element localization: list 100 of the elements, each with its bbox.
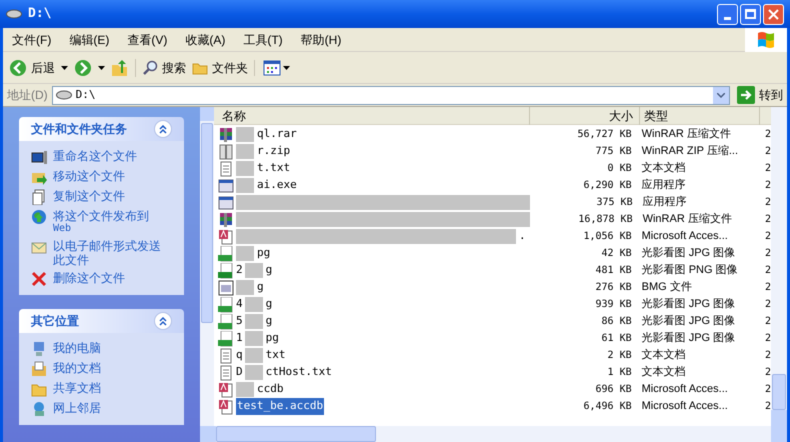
type-cell-text: 文本文档	[640, 160, 687, 176]
task-link[interactable]: 重命名这个文件	[53, 149, 137, 163]
file-name: r.zip	[256, 143, 292, 160]
type-cell-text: BMG 文件	[640, 280, 693, 296]
file-row[interactable]: 1 pg 61 KB 光影看图 JPG 图像 2	[214, 330, 771, 347]
file-row[interactable]: test_be.accdb 6,496 KB Microsoft Acces... 2	[214, 398, 771, 415]
txt-file-icon	[218, 160, 234, 176]
task-link[interactable]: 我的电脑	[53, 341, 101, 355]
column-4-cell-text: 2	[764, 145, 771, 159]
file-name: ctHost.txt	[264, 364, 333, 380]
file-row[interactable]: 16,878 KB WinRAR 压缩文件 2	[214, 211, 771, 228]
file-row[interactable]: 5 g 86 KB 光影看图 JPG 图像 2	[214, 313, 771, 330]
back-button[interactable]: 后退	[9, 58, 55, 76]
minimize-button[interactable]	[717, 4, 738, 24]
menu-item[interactable]: 工具(T)	[234, 30, 292, 48]
file-row[interactable]: g 276 KB BMG 文件 2	[214, 279, 771, 296]
file-row[interactable]: D ctHost.txt 1 KB 文本文档 2	[214, 364, 771, 381]
window-title: D:\	[28, 5, 52, 24]
file-row[interactable]: q txt 2 KB 文本文档 2	[214, 347, 771, 364]
file-row[interactable]: t.txt 0 KB 文本文档 2	[214, 160, 771, 177]
file-name: pg	[256, 245, 272, 262]
jpg-file-icon	[218, 296, 234, 312]
folder-up-icon[interactable]	[111, 58, 129, 76]
scrollbar[interactable]	[200, 107, 214, 426]
task-link[interactable]: Web	[53, 223, 149, 235]
column-4-cell-text: 2	[764, 332, 771, 346]
file-row[interactable]: . 1,056 KB Microsoft Acces... 2	[214, 228, 771, 245]
column-4-cell-text: 2	[764, 298, 771, 312]
caret-icon[interactable]	[283, 66, 290, 70]
file-name: test_be.accdb	[236, 398, 324, 415]
type-cell-text: 光影看图 JPG 图像	[640, 331, 736, 346]
column-header[interactable]: 大小	[530, 106, 640, 124]
task-link[interactable]: 删除这个文件	[53, 271, 125, 285]
column-4-cell-text: 2	[764, 179, 771, 193]
file-name: g	[264, 262, 274, 278]
blur-smear	[236, 246, 254, 261]
size-cell-text: 86 KB	[600, 315, 633, 329]
task-link[interactable]: 以电子邮件形式发送此文件	[53, 239, 172, 267]
column-4-cell-text: 2	[764, 366, 771, 380]
size-cell-text: 61 KB	[600, 332, 633, 346]
task-link[interactable]: 复制这个文件	[53, 189, 125, 203]
column-header[interactable]: 类型	[640, 106, 760, 124]
jpg-file-icon	[218, 330, 234, 346]
close-icon	[768, 8, 779, 20]
scrollbar[interactable]	[771, 107, 787, 426]
type-cell-text: 光影看图 PNG 图像	[640, 263, 739, 278]
search-icon	[142, 60, 158, 76]
file-row[interactable]: r.zip 775 KB WinRAR ZIP 压缩... 2	[214, 143, 771, 160]
collapse-button[interactable]	[154, 120, 172, 138]
type-cell-text: 文本文档	[640, 364, 687, 380]
views-grid-icon[interactable]	[263, 60, 281, 76]
caret-icon[interactable]	[61, 66, 68, 70]
column-4-cell-text: 2	[764, 315, 771, 329]
file-row[interactable]: 4 g 939 KB 光影看图 JPG 图像 2	[214, 296, 771, 313]
column-4-cell-text: 2	[764, 281, 771, 295]
blur-smear	[236, 280, 254, 295]
file-name: g	[256, 279, 265, 296]
task-link[interactable]: 网上邻居	[53, 401, 101, 415]
file-name: 5	[236, 313, 243, 330]
dropdown-button[interactable]	[713, 86, 729, 104]
file-row[interactable]: ql.rar 56,727 KB WinRAR 压缩文件 2	[214, 126, 771, 143]
file-row[interactable]: pg 42 KB 光影看图 JPG 图像 2	[214, 245, 771, 262]
file-row[interactable]: 2 g 481 KB 光影看图 PNG 图像 2	[214, 262, 771, 279]
collapse-button[interactable]	[154, 312, 172, 330]
txt-file-icon	[218, 348, 234, 364]
go-button[interactable]: 转到	[734, 86, 783, 104]
file-name: g	[264, 296, 274, 312]
menu-item[interactable]: 文件(F)	[3, 30, 60, 48]
task-link[interactable]: 移动这个文件	[53, 169, 125, 183]
caret-icon[interactable]	[98, 66, 105, 70]
task-link[interactable]: 将这个文件发布到	[53, 209, 149, 223]
menu-item[interactable]: 帮助(H)	[292, 30, 350, 48]
menu-item[interactable]: 收藏(A)	[176, 30, 234, 48]
size-cell-text: 16,878 KB	[577, 213, 634, 227]
size-cell-text: 1 KB	[606, 366, 633, 380]
maximize-button[interactable]	[740, 4, 761, 24]
file-row[interactable]: 375 KB 应用程序 2	[214, 194, 771, 211]
blur-smear	[244, 263, 263, 278]
file-row[interactable]: ccdb 696 KB Microsoft Acces... 2	[214, 381, 771, 398]
task-link[interactable]: 共享文档	[53, 381, 101, 395]
file-row[interactable]: ai.exe 6,290 KB 应用程序 2	[214, 177, 771, 194]
type-cell-text: 光影看图 JPG 图像	[640, 314, 736, 330]
column-header[interactable]: 名称	[214, 106, 530, 124]
close-button[interactable]	[763, 4, 784, 24]
blur-smear	[236, 382, 254, 397]
drive-icon	[6, 9, 22, 19]
size-cell-text: 481 KB	[594, 264, 633, 278]
column-4-cell-text: 2	[764, 196, 771, 210]
file-name: 4	[236, 296, 243, 312]
zip-file-icon	[218, 144, 234, 160]
search-button[interactable]: 搜索	[142, 58, 186, 76]
menu-item[interactable]: 编辑(E)	[60, 30, 118, 48]
address-field[interactable]: D:\	[52, 86, 730, 104]
task-link[interactable]: 我的文档	[53, 361, 101, 375]
folders-button[interactable]: 文件夹	[192, 58, 248, 76]
type-cell-text: WinRAR ZIP 压缩...	[640, 144, 740, 160]
scrollbar[interactable]	[200, 426, 787, 442]
txt-file-icon	[218, 364, 234, 380]
blur-smear	[236, 161, 254, 176]
menu-item[interactable]: 查看(V)	[118, 30, 176, 48]
